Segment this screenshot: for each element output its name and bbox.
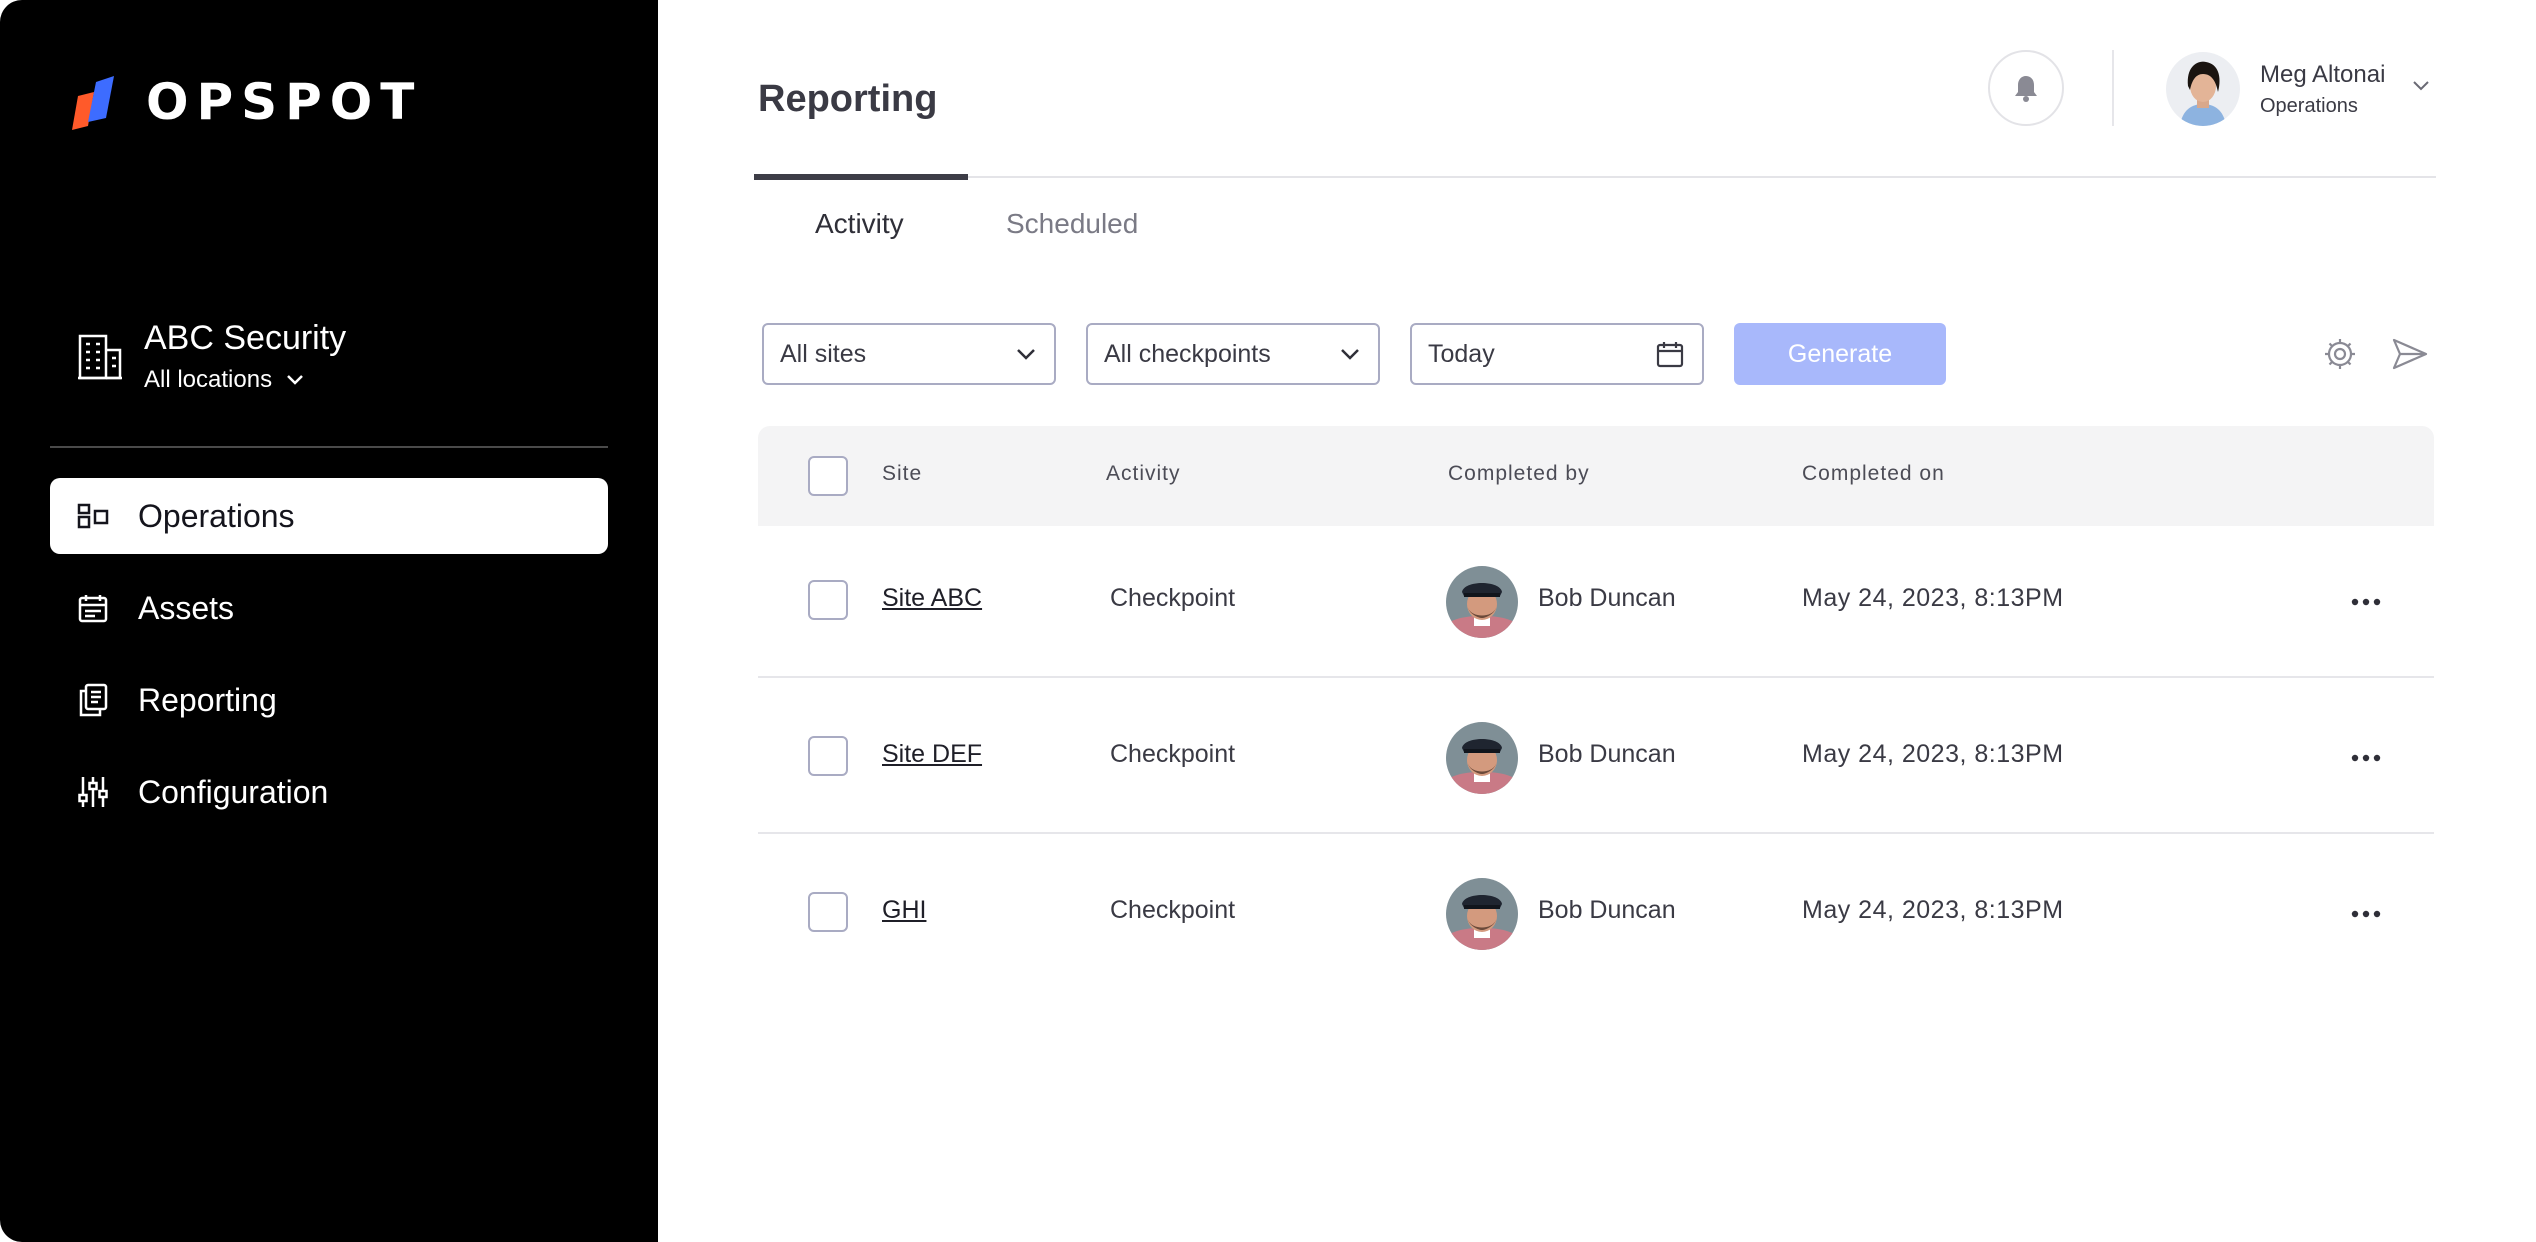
generate-button[interactable]: Generate	[1734, 323, 1946, 385]
tab-scheduled[interactable]: Scheduled	[1006, 208, 1138, 240]
row-actions-button[interactable]	[2344, 894, 2388, 934]
sidebar-item-label: Configuration	[138, 773, 329, 810]
sidebar-item-reporting[interactable]: Reporting	[50, 662, 608, 738]
sidebar: OPSPOT ABC Security All locations Operat…	[0, 0, 658, 1242]
avatar	[2166, 52, 2240, 126]
notifications-button[interactable]	[1988, 50, 2064, 126]
column-header-completed-on[interactable]: Completed on	[1802, 462, 1945, 486]
site-link[interactable]: Site ABC	[882, 584, 982, 613]
table-header: Site Activity Completed by Completed on	[758, 426, 2434, 526]
more-horizontal-icon	[2351, 754, 2381, 762]
checkpoints-select[interactable]: All checkpoints	[1086, 323, 1380, 385]
site-link[interactable]: Site DEF	[882, 740, 982, 769]
brand-logo[interactable]: OPSPOT	[72, 74, 422, 130]
sites-select-value: All sites	[780, 339, 867, 368]
opspot-logo-icon	[72, 76, 114, 130]
avatar	[1446, 878, 1518, 950]
sidebar-item-configuration[interactable]: Configuration	[50, 754, 608, 830]
completed-on-cell: May 24, 2023, 8:13PM	[1802, 740, 2064, 768]
sidebar-item-label: Assets	[138, 589, 235, 626]
table-row: Site ABC Checkpoint Bob Duncan May 24, 2…	[758, 522, 2434, 678]
activity-cell: Checkpoint	[1110, 740, 1236, 768]
chevron-down-icon[interactable]	[2412, 80, 2430, 92]
active-tab-indicator	[754, 174, 968, 180]
table-row: Site DEF Checkpoint Bob Duncan May 24, 2…	[758, 678, 2434, 834]
configuration-icon	[76, 775, 110, 809]
completed-on-cell: May 24, 2023, 8:13PM	[1802, 896, 2064, 924]
completed-on-cell: May 24, 2023, 8:13PM	[1802, 584, 2064, 612]
sidebar-item-assets[interactable]: Assets	[50, 570, 608, 646]
user-menu[interactable]: Meg Altonai Operations	[2166, 52, 2385, 126]
completed-by-cell: Bob Duncan	[1538, 584, 1676, 612]
brand-name: OPSPOT	[146, 73, 423, 131]
date-picker[interactable]: Today	[1410, 323, 1704, 385]
assets-icon	[76, 591, 110, 625]
select-all-checkbox[interactable]	[808, 456, 848, 496]
site-link[interactable]: GHI	[882, 896, 926, 925]
row-checkbox[interactable]	[808, 892, 848, 932]
row-checkbox[interactable]	[808, 580, 848, 620]
sidebar-item-label: Reporting	[138, 681, 277, 718]
activity-cell: Checkpoint	[1110, 896, 1236, 924]
page-title: Reporting	[758, 78, 938, 120]
table-row: GHI Checkpoint Bob Duncan May 24, 2023, …	[758, 834, 2434, 990]
row-checkbox[interactable]	[808, 736, 848, 776]
chevron-down-icon	[1017, 349, 1035, 360]
app-window: OPSPOT ABC Security All locations Operat…	[0, 0, 2536, 1242]
send-icon	[2392, 338, 2428, 370]
chevron-down-icon	[1341, 349, 1359, 360]
sidebar-item-operations[interactable]: Operations	[50, 478, 608, 554]
building-icon	[78, 334, 122, 380]
avatar	[1446, 566, 1518, 638]
organization-switcher[interactable]: ABC Security All locations	[76, 318, 346, 394]
date-picker-value: Today	[1428, 339, 1495, 368]
location-selector[interactable]: All locations	[144, 366, 346, 394]
completed-by-cell: Bob Duncan	[1538, 740, 1676, 768]
send-button[interactable]	[2390, 334, 2430, 374]
sites-select[interactable]: All sites	[762, 323, 1056, 385]
checkpoints-select-value: All checkpoints	[1104, 339, 1271, 368]
activity-cell: Checkpoint	[1110, 584, 1236, 612]
more-horizontal-icon	[2351, 910, 2381, 918]
sidebar-nav: Operations Assets Reporting Configuratio…	[50, 478, 608, 846]
location-label: All locations	[144, 366, 273, 393]
column-header-site[interactable]: Site	[882, 462, 922, 486]
settings-button[interactable]	[2320, 334, 2360, 374]
more-horizontal-icon	[2351, 598, 2381, 606]
chevron-down-icon	[287, 375, 303, 385]
row-actions-button[interactable]	[2344, 582, 2388, 622]
row-actions-button[interactable]	[2344, 738, 2388, 778]
avatar	[1446, 722, 1518, 794]
bell-icon	[2015, 76, 2037, 102]
organization-name: ABC Security	[144, 319, 347, 357]
column-header-completed-by[interactable]: Completed by	[1448, 462, 1590, 486]
column-header-activity[interactable]: Activity	[1106, 462, 1181, 486]
user-role: Operations	[2260, 94, 2358, 117]
reporting-icon	[76, 683, 110, 717]
operations-icon	[76, 499, 110, 533]
tab-activity[interactable]: Activity	[815, 208, 904, 240]
gear-icon	[2325, 339, 2355, 369]
tabs-divider	[754, 176, 2436, 178]
completed-by-cell: Bob Duncan	[1538, 896, 1676, 924]
header-divider	[2112, 50, 2114, 126]
user-name: Meg Altonai	[2260, 60, 2386, 88]
sidebar-item-label: Operations	[138, 497, 295, 534]
calendar-icon	[1656, 342, 1684, 368]
sidebar-divider	[50, 446, 608, 448]
